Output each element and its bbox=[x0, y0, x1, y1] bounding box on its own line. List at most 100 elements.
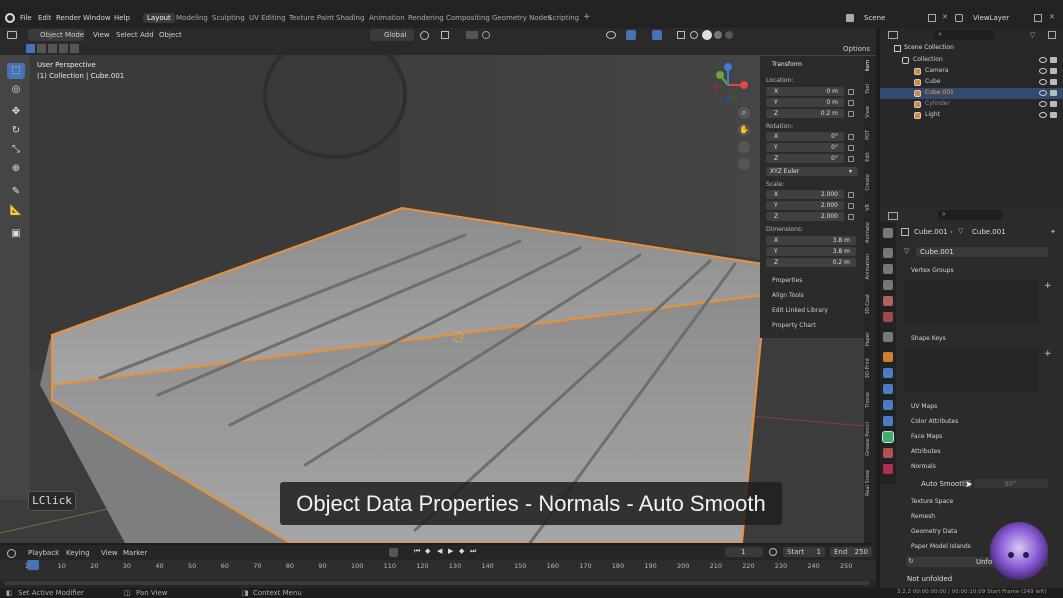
lock-icon[interactable] bbox=[848, 156, 854, 162]
texture-space-section[interactable]: Texture Space bbox=[911, 498, 953, 505]
proportional-edit-icon[interactable] bbox=[482, 31, 490, 39]
properties-section[interactable]: Properties bbox=[772, 277, 802, 284]
clock-icon[interactable] bbox=[769, 548, 777, 556]
normals-section[interactable]: Normals bbox=[911, 463, 936, 470]
tab-animation[interactable]: Animation bbox=[865, 254, 871, 280]
paper-model-islands-section[interactable]: Paper Model Islands bbox=[911, 543, 971, 550]
jump-end-icon[interactable]: ⏭ bbox=[470, 547, 476, 556]
view-layer-icon[interactable] bbox=[955, 14, 963, 22]
menu-keying[interactable]: Keying bbox=[66, 549, 90, 557]
transform-tool-icon[interactable]: ⊕ bbox=[7, 161, 25, 177]
lock-icon[interactable] bbox=[848, 192, 854, 198]
pin-icon[interactable]: ✦ bbox=[1050, 228, 1056, 236]
timeline-playhead[interactable] bbox=[27, 560, 39, 570]
texture-tab-icon[interactable] bbox=[883, 464, 893, 474]
scale-y-field[interactable]: Y 2.000 bbox=[766, 201, 844, 210]
lock-icon[interactable] bbox=[848, 89, 854, 95]
view-layer-name[interactable]: ViewLayer bbox=[973, 14, 1009, 22]
location-z-field[interactable]: Z 0.2 m bbox=[766, 109, 844, 118]
constraints-tab-icon[interactable] bbox=[883, 416, 893, 426]
zoom-icon[interactable]: ⌕ bbox=[738, 107, 750, 119]
start-frame-field[interactable]: Start 1 bbox=[783, 547, 825, 557]
rotate-tool-icon[interactable]: ↻ bbox=[7, 123, 25, 139]
geometry-data-section[interactable]: Geometry Data bbox=[911, 528, 957, 535]
shading-material-icon[interactable] bbox=[714, 31, 722, 39]
menu-select[interactable]: Select bbox=[116, 31, 138, 39]
tab-modeling[interactable]: Modeling bbox=[176, 14, 208, 22]
outliner-scene-collection[interactable]: Scene Collection bbox=[880, 43, 1063, 54]
tab-3d-coat[interactable]: 3D-Coat bbox=[865, 294, 871, 314]
navigation-gizmo[interactable] bbox=[708, 61, 752, 105]
xray-toggle-icon[interactable] bbox=[677, 31, 685, 39]
menu-marker[interactable]: Marker bbox=[123, 549, 147, 557]
delete-view-layer-icon[interactable]: ✕ bbox=[1049, 13, 1055, 21]
material-tab-icon[interactable] bbox=[883, 448, 893, 458]
render-camera-icon[interactable] bbox=[1050, 90, 1057, 96]
new-scene-icon[interactable] bbox=[928, 14, 936, 22]
tab-tool[interactable]: Tool bbox=[865, 84, 871, 94]
annotate-tool-icon[interactable]: ✎ bbox=[7, 184, 25, 200]
render-camera-icon[interactable] bbox=[1050, 68, 1057, 74]
menu-window[interactable]: Window bbox=[83, 14, 111, 22]
uv-maps-section[interactable]: UV Maps bbox=[911, 403, 937, 410]
delete-scene-icon[interactable]: ✕ bbox=[942, 13, 948, 21]
mesh-name-field[interactable]: Cube.001 bbox=[916, 247, 1048, 257]
tab-sculpting[interactable]: Sculpting bbox=[212, 14, 245, 22]
pan-hand-icon[interactable]: ✋ bbox=[738, 124, 750, 136]
rotation-mode-dropdown[interactable]: XYZ Euler ▾ bbox=[766, 167, 858, 176]
tab-real-snow[interactable]: Real Snow bbox=[865, 470, 871, 496]
lock-icon[interactable] bbox=[848, 111, 854, 117]
play-icon[interactable]: ▶ bbox=[448, 547, 453, 555]
timeline-editor-icon[interactable] bbox=[7, 549, 16, 558]
add-cube-tool-icon[interactable]: ▣ bbox=[7, 226, 25, 242]
scale-tool-icon[interactable]: ⤡ bbox=[7, 142, 25, 158]
options-menu[interactable]: Options bbox=[843, 45, 870, 53]
properties-search-input[interactable] bbox=[938, 210, 1002, 220]
overlay-toggle-icon[interactable] bbox=[652, 30, 662, 40]
tab-animation[interactable]: Animation bbox=[369, 14, 405, 22]
pivot-icon[interactable] bbox=[420, 31, 429, 40]
lock-icon[interactable] bbox=[848, 145, 854, 151]
select-invert-icon[interactable] bbox=[59, 44, 68, 53]
visibility-eye-icon[interactable] bbox=[1039, 112, 1047, 118]
menu-timeline-view[interactable]: View bbox=[101, 549, 118, 557]
tab-animate[interactable]: Animate bbox=[865, 222, 871, 243]
object-tab-icon[interactable] bbox=[883, 352, 893, 362]
tab-shading[interactable]: Shading bbox=[336, 14, 364, 22]
render-camera-icon[interactable] bbox=[1050, 57, 1057, 63]
shape-keys-section[interactable]: Shape Keys bbox=[911, 335, 946, 342]
color-attributes-section[interactable]: Color Attributes bbox=[911, 418, 958, 425]
editor-type-icon[interactable] bbox=[7, 31, 17, 39]
camera-view-icon[interactable] bbox=[738, 141, 750, 153]
shading-solid-icon[interactable] bbox=[702, 30, 712, 40]
add-vertex-group-button[interactable]: + bbox=[1044, 281, 1052, 291]
outliner-row-collection[interactable]: Collection bbox=[880, 55, 1063, 66]
particles-tab-icon[interactable] bbox=[883, 384, 893, 394]
snap-icon[interactable] bbox=[441, 31, 449, 39]
render-camera-icon[interactable] bbox=[1050, 112, 1057, 118]
outliner-row-light[interactable]: Light bbox=[880, 110, 1063, 121]
rotation-z-field[interactable]: Z 0° bbox=[766, 154, 844, 163]
visibility-eye-icon[interactable] bbox=[1039, 57, 1047, 63]
vertex-groups-section[interactable]: Vertex Groups bbox=[911, 267, 954, 274]
scale-x-field[interactable]: X 2.000 bbox=[766, 190, 844, 199]
timeline-scrollbar[interactable] bbox=[4, 581, 870, 585]
move-tool-icon[interactable]: ✥ bbox=[7, 104, 25, 120]
play-reverse-icon[interactable]: ◀ bbox=[437, 547, 442, 555]
visibility-eye-icon[interactable] bbox=[1039, 79, 1047, 85]
measure-tool-icon[interactable]: 📐 bbox=[7, 203, 25, 219]
lock-icon[interactable] bbox=[848, 134, 854, 140]
transform-header[interactable]: Transform bbox=[772, 61, 802, 68]
tab-layout[interactable]: Layout bbox=[143, 13, 175, 23]
rotation-y-field[interactable]: Y 0° bbox=[766, 143, 844, 152]
tab-tissue[interactable]: Tissue bbox=[865, 392, 871, 408]
vertex-groups-list[interactable] bbox=[904, 280, 1038, 324]
view-layer-tab-icon[interactable] bbox=[883, 280, 893, 290]
location-y-field[interactable]: Y0 m bbox=[766, 98, 844, 107]
3d-viewport[interactable]: User Perspective (1) Collection | Cube.0… bbox=[0, 55, 876, 543]
select-subtract-icon[interactable] bbox=[48, 44, 57, 53]
tab-create[interactable]: Create bbox=[865, 174, 871, 191]
next-keyframe-icon[interactable]: ◆ bbox=[459, 547, 464, 555]
scene-icon[interactable] bbox=[846, 14, 854, 22]
current-frame-field[interactable]: 1 bbox=[725, 547, 763, 557]
